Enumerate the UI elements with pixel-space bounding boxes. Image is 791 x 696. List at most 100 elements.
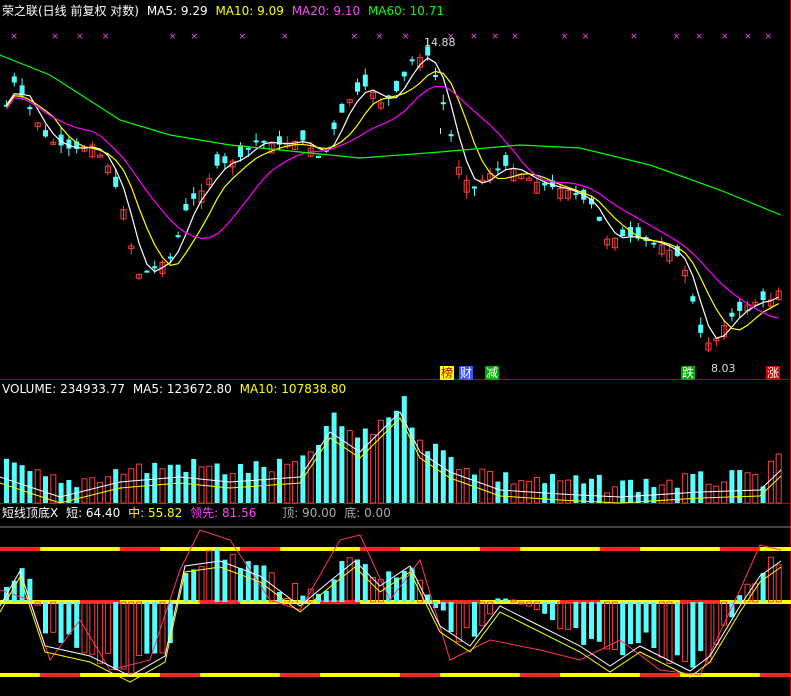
tag-cai[interactable]: 财 xyxy=(459,366,474,380)
indicator-band xyxy=(120,547,160,551)
candle-body xyxy=(526,177,533,181)
signal-marker: × xyxy=(630,32,638,42)
signal-marker: × xyxy=(281,32,289,42)
candle-body xyxy=(27,107,33,110)
indicator-bar xyxy=(737,595,743,602)
volume-bar xyxy=(729,470,735,503)
candle-body xyxy=(261,140,267,143)
volume-bar xyxy=(503,472,509,503)
signal-marker: × xyxy=(402,32,410,42)
volume-bar xyxy=(565,479,572,504)
volume-bar xyxy=(159,468,166,504)
candle-body xyxy=(362,74,368,87)
indicator-band xyxy=(400,673,440,677)
indicator-band xyxy=(240,673,280,677)
indicator-band xyxy=(0,673,40,677)
indicator-bar xyxy=(440,602,446,611)
candle-body xyxy=(339,103,345,113)
volume-bar xyxy=(292,461,299,504)
volume-bar xyxy=(744,472,751,504)
indicator-band xyxy=(280,673,320,677)
candle-body xyxy=(316,155,321,158)
indicator-bar xyxy=(448,602,454,633)
candle-body xyxy=(394,80,399,91)
volume-bar xyxy=(628,479,633,503)
tag-die[interactable]: 跌 xyxy=(681,366,696,380)
indicator-band xyxy=(560,673,600,677)
indicator-band xyxy=(480,547,520,551)
indicator-band xyxy=(200,673,240,677)
kline-chart[interactable]: × × × × × × × × × × × × × × × × × × × × × × × xyxy=(0,0,791,696)
volume-bar xyxy=(331,412,337,503)
indicator-band xyxy=(720,673,760,677)
indicator-bar xyxy=(206,550,213,603)
indicator-bar xyxy=(674,602,680,656)
volume-bar xyxy=(253,461,259,503)
candle-body xyxy=(433,74,438,77)
candle-body xyxy=(152,266,158,269)
indicator-bar xyxy=(339,561,345,602)
indicator-band xyxy=(520,673,560,677)
signal-marker: × xyxy=(765,32,773,42)
volume-bar xyxy=(4,458,9,503)
indicator-band xyxy=(400,547,440,551)
volume-bar xyxy=(479,468,486,504)
indicator-bar xyxy=(744,583,751,603)
volume-bar xyxy=(643,478,649,503)
tag-jian[interactable]: 减 xyxy=(485,366,500,380)
volume-bar xyxy=(128,468,135,504)
volume-bar xyxy=(620,480,626,503)
indicator-bar xyxy=(50,601,57,633)
candle-body xyxy=(472,186,477,189)
signal-marker: × xyxy=(695,32,703,42)
indicator-bar xyxy=(455,601,462,643)
indicator-bar xyxy=(136,601,143,657)
indicator-bar xyxy=(581,602,587,645)
indicator-bar xyxy=(542,602,548,614)
candle-body xyxy=(214,154,220,166)
candle-body xyxy=(690,296,696,302)
volume-bar xyxy=(307,451,314,504)
volume-bar xyxy=(136,463,143,504)
volume-bar xyxy=(152,462,158,503)
candle-body xyxy=(43,130,48,137)
candle-body xyxy=(253,140,259,143)
indicator-band xyxy=(760,673,791,677)
indicator-band xyxy=(40,673,80,677)
signal-marker: × xyxy=(470,32,478,42)
volume-bar xyxy=(674,487,680,503)
indicator-band xyxy=(640,673,680,677)
indicator-bar xyxy=(682,601,689,662)
candle-body xyxy=(355,82,360,92)
volume-bar xyxy=(89,477,96,504)
volume-bar xyxy=(386,417,392,503)
candle-body xyxy=(596,216,602,221)
indicator-bar xyxy=(658,601,665,658)
tag-zhang[interactable]: 涨 xyxy=(766,366,781,380)
candle-body xyxy=(331,122,337,130)
indicator-bar xyxy=(589,602,594,639)
indicator-band xyxy=(40,547,80,551)
volume-bar xyxy=(752,474,759,504)
signal-marker: × xyxy=(76,32,84,42)
volume-bar xyxy=(550,473,555,503)
indicator-bar xyxy=(690,602,696,668)
volume-bar xyxy=(705,483,712,504)
indicator-bar xyxy=(323,590,329,602)
candle-body xyxy=(167,256,173,259)
indicator-band xyxy=(160,673,200,677)
indicator-bar xyxy=(58,602,64,643)
volume-bar xyxy=(268,471,275,504)
signal-marker: × xyxy=(491,32,499,42)
volume-bar xyxy=(573,475,579,503)
signal-marker: × xyxy=(721,32,729,42)
candle-body xyxy=(113,176,119,187)
indicator-bar xyxy=(698,602,704,652)
tag-bang[interactable]: 榜 xyxy=(440,366,455,380)
volume-bar xyxy=(34,469,41,504)
volume-bar xyxy=(183,471,189,503)
indicator-bar xyxy=(229,553,236,603)
volume-bar xyxy=(713,485,720,504)
candle-body xyxy=(191,193,197,199)
indicator-bar xyxy=(253,565,259,602)
